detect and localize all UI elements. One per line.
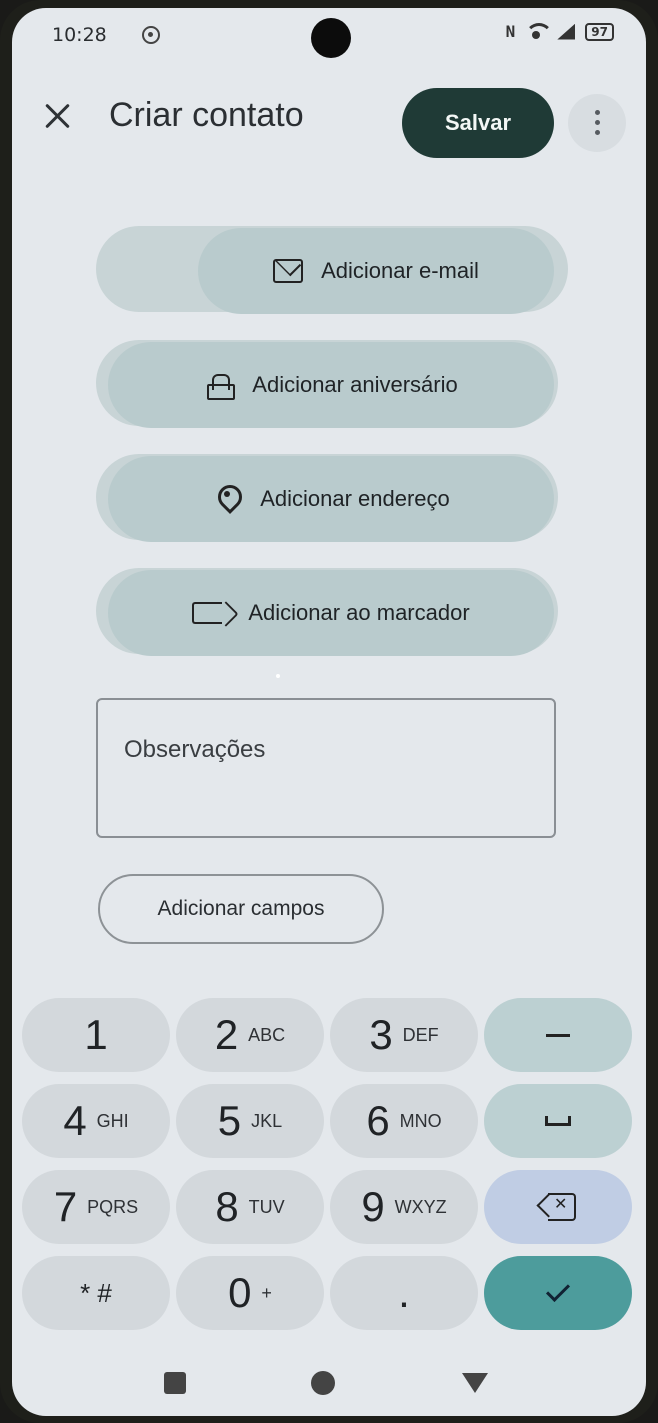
key-space[interactable] xyxy=(484,1084,632,1158)
key-letters: DEF xyxy=(402,1024,439,1045)
recents-button[interactable] xyxy=(158,1366,192,1400)
key-digit: 7 xyxy=(53,1183,78,1230)
key-digit: * # xyxy=(80,1277,112,1308)
dash-icon xyxy=(546,1033,570,1037)
key-period[interactable]: . xyxy=(330,1256,478,1330)
cake-icon xyxy=(204,370,236,400)
battery-icon: 97 xyxy=(585,22,614,41)
close-icon[interactable] xyxy=(40,98,76,134)
more-vert-dot xyxy=(595,130,600,135)
key-6[interactable]: 6 MNO xyxy=(330,1084,478,1158)
key-done[interactable] xyxy=(484,1256,632,1330)
key-2[interactable]: 2 ABC xyxy=(176,998,324,1072)
back-icon xyxy=(462,1373,488,1393)
key-letters: TUV xyxy=(248,1196,285,1217)
key-digit: 3 xyxy=(369,1011,393,1058)
save-button[interactable]: Salvar xyxy=(402,88,554,158)
label-icon xyxy=(192,602,223,624)
more-options-button[interactable] xyxy=(568,94,626,152)
add-address-button[interactable]: Adicionar endereço xyxy=(108,456,554,542)
device-frame: 10:28 N 97 Criar contato Salvar Adiciona… xyxy=(0,0,658,1423)
more-vert-icon xyxy=(595,110,600,115)
key-7[interactable]: 7 PQRS xyxy=(22,1170,170,1244)
front-camera xyxy=(311,18,351,58)
key-digit: 8 xyxy=(215,1183,239,1230)
add-birthday-button[interactable]: Adicionar aniversário xyxy=(108,342,554,428)
cellular-icon xyxy=(557,23,576,40)
key-digit: 4 xyxy=(63,1097,87,1144)
settings-notification-icon xyxy=(142,26,160,44)
key-letters: MNO xyxy=(399,1110,442,1131)
recents-icon xyxy=(164,1372,186,1394)
key-3[interactable]: 3 DEF xyxy=(330,998,478,1072)
key-4[interactable]: 4 GHI xyxy=(22,1084,170,1158)
location-pin-icon xyxy=(212,484,242,514)
app-header: Criar contato Salvar xyxy=(12,72,646,158)
nfc-icon: N xyxy=(505,22,516,41)
notes-placeholder: Observações xyxy=(124,736,266,763)
key-letters: WXYZ xyxy=(394,1196,447,1217)
key-letters: JKL xyxy=(251,1110,283,1131)
add-label-button[interactable]: Adicionar ao marcador xyxy=(108,570,554,656)
add-email-label: Adicionar e-mail xyxy=(321,258,479,283)
key-8[interactable]: 8 TUV xyxy=(176,1170,324,1244)
add-label-label: Adicionar ao marcador xyxy=(248,600,470,625)
status-icons: N 97 xyxy=(506,22,614,41)
screen: 10:28 N 97 Criar contato Salvar Adiciona… xyxy=(12,8,646,1416)
key-letters: GHI xyxy=(96,1110,129,1131)
space-icon xyxy=(545,1116,571,1126)
add-fields-button[interactable]: Adicionar campos xyxy=(98,874,384,944)
key-0[interactable]: 0 + xyxy=(176,1256,324,1330)
status-bar: 10:28 N 97 xyxy=(12,8,646,64)
key-5[interactable]: 5 JKL xyxy=(176,1084,324,1158)
key-digit: . xyxy=(398,1269,410,1316)
key-digit: 9 xyxy=(361,1183,385,1230)
key-digit: 2 xyxy=(214,1011,239,1058)
check-icon xyxy=(545,1277,571,1303)
key-digit: 1 xyxy=(84,1011,108,1058)
add-address-label: Adicionar endereço xyxy=(260,486,450,511)
numeric-keypad: 1 2 ABC 3 DEF 4 GHI 5 JKL 6 MNO 7 PQRS 8… xyxy=(12,988,646,1348)
key-letters: PQRS xyxy=(87,1196,139,1217)
key-dash[interactable] xyxy=(484,998,632,1072)
key-9[interactable]: 9 WXYZ xyxy=(330,1170,478,1244)
add-email-button[interactable]: Adicionar e-mail xyxy=(198,228,554,314)
back-button[interactable] xyxy=(458,1366,492,1400)
divider-dot xyxy=(276,674,280,678)
add-birthday-label: Adicionar aniversário xyxy=(252,372,458,397)
system-nav-bar xyxy=(12,1350,646,1416)
key-digit: 0 xyxy=(228,1269,252,1316)
backspace-icon xyxy=(536,1193,578,1221)
key-1[interactable]: 1 xyxy=(22,998,170,1072)
key-letters: + xyxy=(261,1282,272,1303)
key-star-hash[interactable]: * # xyxy=(22,1256,170,1330)
home-button[interactable] xyxy=(306,1366,340,1400)
mail-icon xyxy=(273,259,304,283)
key-digit: 6 xyxy=(366,1097,390,1144)
key-letters: ABC xyxy=(248,1024,286,1045)
page-title: Criar contato xyxy=(109,96,304,134)
status-time: 10:28 xyxy=(52,24,107,46)
notes-field[interactable]: Observações xyxy=(96,698,556,838)
key-backspace[interactable] xyxy=(484,1170,632,1244)
more-vert-dot xyxy=(595,120,600,125)
wifi-icon xyxy=(525,22,554,41)
home-icon xyxy=(311,1371,335,1395)
key-digit: 5 xyxy=(217,1097,242,1144)
